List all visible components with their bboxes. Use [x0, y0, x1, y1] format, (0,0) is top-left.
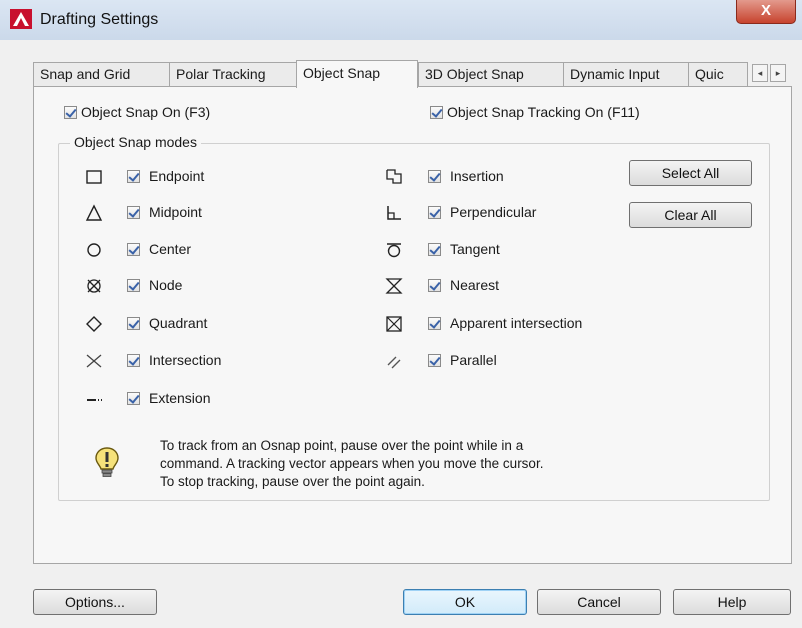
object-snap-tracking-label[interactable]: Object Snap Tracking On (F11) — [447, 104, 640, 120]
tab-label: Snap and Grid — [40, 66, 131, 82]
options-button[interactable]: Options... — [33, 589, 157, 615]
midpoint-label[interactable]: Midpoint — [149, 204, 202, 220]
center-circle-icon — [87, 243, 101, 257]
perpendicular-label[interactable]: Perpendicular — [450, 204, 536, 220]
nearest-hourglass-icon — [385, 278, 403, 294]
quadrant-checkbox[interactable] — [127, 317, 140, 330]
tangent-label[interactable]: Tangent — [450, 241, 500, 257]
tab-scroll-left-button[interactable]: ◂ — [752, 64, 768, 82]
object-snap-tracking-checkbox[interactable] — [430, 106, 443, 119]
parallel-checkbox[interactable] — [428, 354, 441, 367]
parallel-label[interactable]: Parallel — [450, 352, 497, 368]
cancel-button[interactable]: Cancel — [537, 589, 661, 615]
tab-snap-and-grid[interactable]: Snap and Grid — [33, 62, 170, 86]
drafting-settings-dialog: Drafting Settings X Snap and Grid Polar … — [0, 0, 802, 628]
apparent-intersection-label[interactable]: Apparent intersection — [450, 315, 582, 331]
center-label[interactable]: Center — [149, 241, 191, 257]
extension-icon — [87, 399, 102, 401]
center-checkbox[interactable] — [127, 243, 140, 256]
select-all-button[interactable]: Select All — [629, 160, 752, 186]
tab-label: Polar Tracking — [176, 66, 266, 82]
perpendicular-icon — [387, 206, 401, 220]
quadrant-diamond-icon — [86, 316, 102, 332]
tip-line-3: To stop tracking, pause over the point a… — [160, 474, 425, 489]
perpendicular-checkbox[interactable] — [428, 206, 441, 219]
clear-all-button[interactable]: Clear All — [629, 202, 752, 228]
node-checkbox[interactable] — [127, 279, 140, 292]
tip-line-2: command. A tracking vector appears when … — [160, 456, 544, 471]
tab-object-snap[interactable]: Object Snap — [296, 60, 418, 88]
midpoint-checkbox[interactable] — [127, 206, 140, 219]
object-snap-modes-title: Object Snap modes — [70, 134, 201, 150]
lightbulb-icon — [95, 447, 119, 477]
insertion-icon — [386, 169, 402, 184]
endpoint-square-icon — [86, 170, 102, 184]
object-snap-on-checkbox[interactable] — [64, 106, 77, 119]
tab-label: 3D Object Snap — [425, 66, 524, 82]
help-button[interactable]: Help — [673, 589, 791, 615]
nearest-checkbox[interactable] — [428, 279, 441, 292]
node-label[interactable]: Node — [149, 277, 182, 293]
midpoint-triangle-icon — [85, 204, 103, 221]
extension-label[interactable]: Extension — [149, 390, 210, 406]
intersection-label[interactable]: Intersection — [149, 352, 221, 368]
tangent-checkbox[interactable] — [428, 243, 441, 256]
endpoint-checkbox[interactable] — [127, 170, 140, 183]
extension-checkbox[interactable] — [127, 392, 140, 405]
endpoint-label[interactable]: Endpoint — [149, 168, 204, 184]
tab-strip: Snap and Grid Polar Tracking Object Snap… — [33, 60, 799, 88]
nearest-label[interactable]: Nearest — [450, 277, 499, 293]
insertion-label[interactable]: Insertion — [450, 168, 504, 184]
node-icon — [87, 279, 101, 293]
tab-quick-properties[interactable]: Quic — [688, 62, 748, 86]
tab-dynamic-input[interactable]: Dynamic Input — [563, 62, 689, 86]
tab-label: Object Snap — [303, 65, 381, 81]
ok-button[interactable]: OK — [403, 589, 527, 615]
title-bar: Drafting Settings X — [0, 0, 802, 40]
tangent-icon — [387, 243, 401, 258]
parallel-icon — [387, 356, 401, 369]
close-button[interactable]: X — [736, 0, 796, 24]
intersection-x-icon — [86, 354, 102, 368]
autocad-a-icon — [10, 9, 32, 29]
object-snap-on-label[interactable]: Object Snap On (F3) — [81, 104, 210, 120]
tab-polar-tracking[interactable]: Polar Tracking — [169, 62, 297, 86]
tab-label: Dynamic Input — [570, 66, 660, 82]
tip-line-1: To track from an Osnap point, pause over… — [160, 438, 524, 453]
tab-3d-object-snap[interactable]: 3D Object Snap — [418, 62, 564, 86]
quadrant-label[interactable]: Quadrant — [149, 315, 207, 331]
intersection-checkbox[interactable] — [127, 354, 140, 367]
window-title: Drafting Settings — [40, 11, 159, 28]
tab-label: Quic — [695, 66, 724, 82]
apparent-intersection-checkbox[interactable] — [428, 317, 441, 330]
insertion-checkbox[interactable] — [428, 170, 441, 183]
apparent-intersection-icon — [386, 316, 402, 332]
tab-scroll-right-button[interactable]: ▸ — [770, 64, 786, 82]
